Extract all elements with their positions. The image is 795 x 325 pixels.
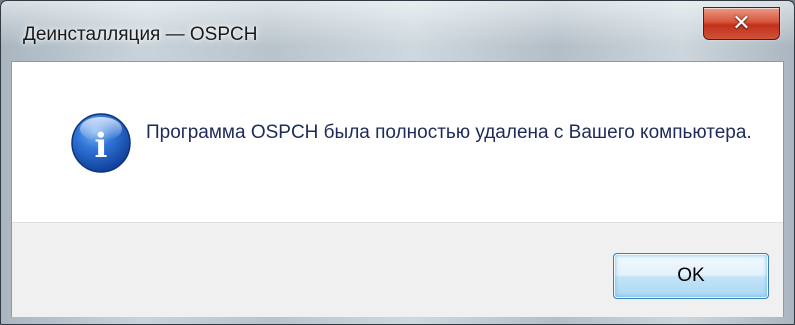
dialog-window: Деинсталляция — OSPCH ✕ i Программа OSPC… [0, 0, 795, 325]
close-button[interactable]: ✕ [703, 7, 780, 40]
message-area: i Программа OSPCH была полностью удалена… [12, 62, 783, 222]
button-bar: OK [12, 222, 783, 317]
title-bar[interactable]: Деинсталляция — OSPCH ✕ [1, 1, 794, 61]
message-text: Программа OSPCH была полностью удалена с… [146, 122, 752, 143]
ok-button[interactable]: OK [613, 253, 769, 299]
info-icon: i [71, 113, 131, 173]
dialog-content: i Программа OSPCH была полностью удалена… [11, 61, 784, 317]
ok-button-label: OK [677, 265, 705, 286]
window-title: Деинсталляция — OSPCH [23, 24, 258, 45]
info-icon-glyph: i [95, 126, 108, 166]
close-icon: ✕ [732, 10, 751, 36]
